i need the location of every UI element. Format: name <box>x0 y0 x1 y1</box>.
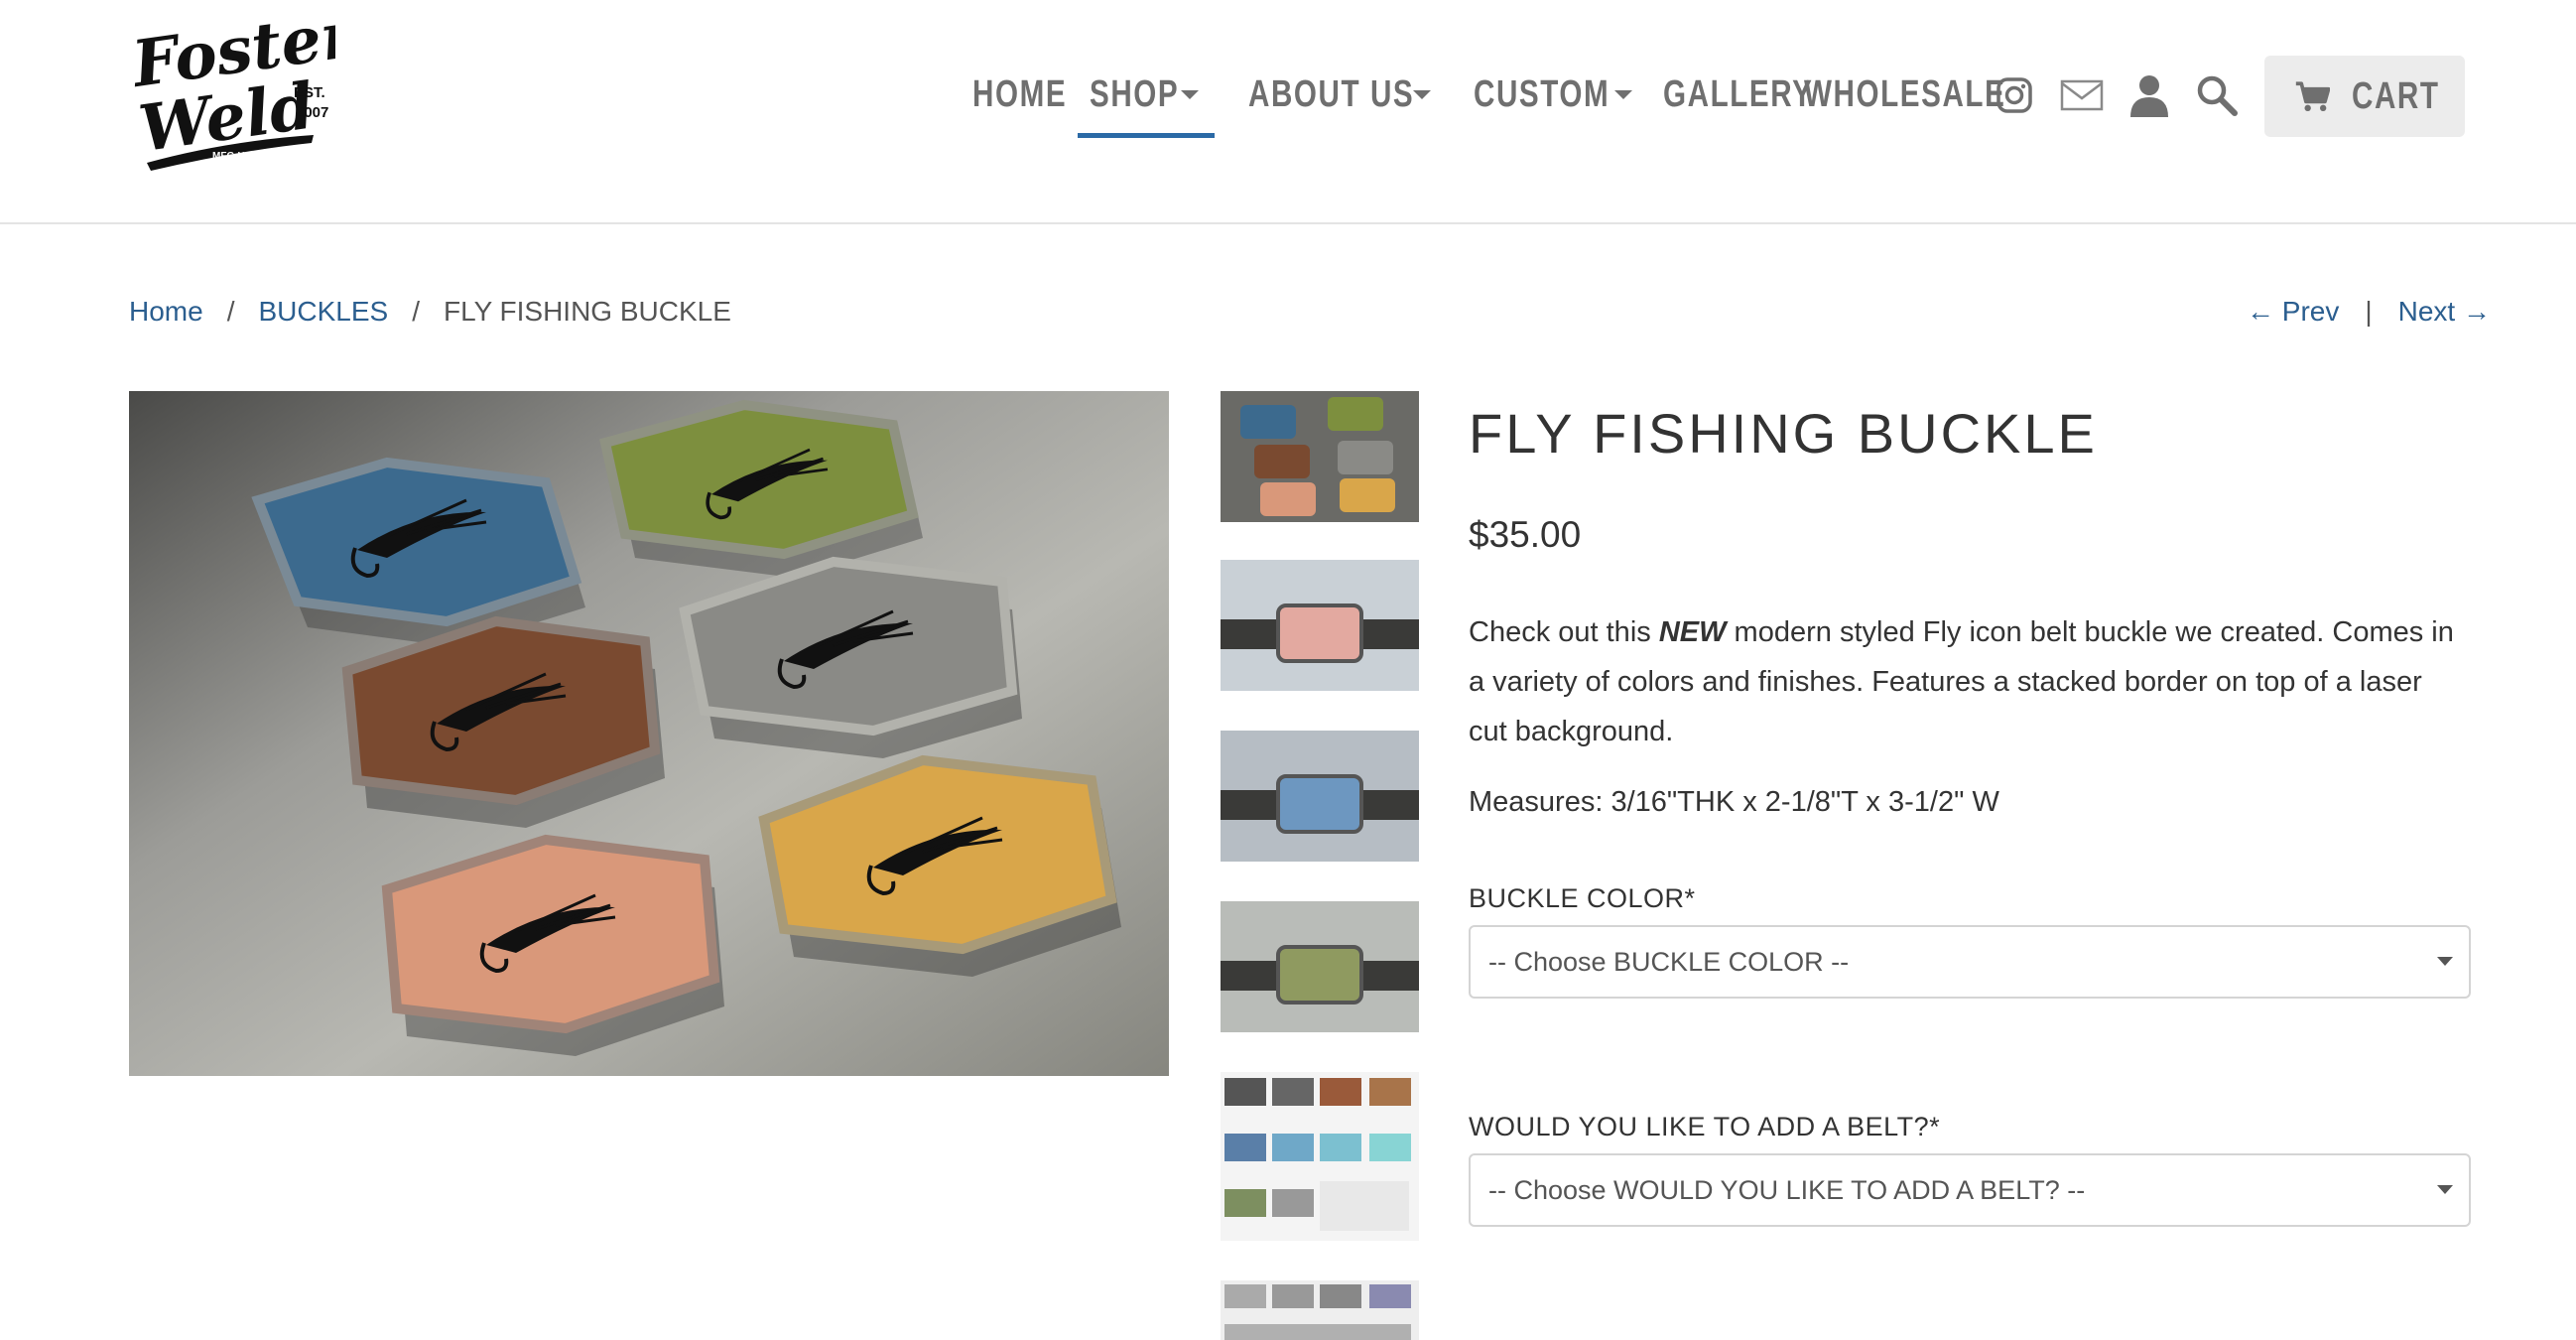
description-emphasis: NEW <box>1658 616 1727 648</box>
nav-active-indicator <box>1078 133 1215 138</box>
foster-weld-logo[interactable]: Foster Weld EST. 2007 MFG-USA <box>126 0 363 173</box>
buckle-color-label: BUCKLE COLOR* <box>1469 883 1696 913</box>
site-header: Foster Weld EST. 2007 MFG-USA HOME SHOP … <box>0 0 2576 224</box>
product-pager: ← Prev | Next → <box>2247 296 2491 328</box>
buckle-pewter <box>679 556 1022 758</box>
nav-custom[interactable]: CUSTOM <box>1474 52 1632 137</box>
thumbnail-1[interactable] <box>1221 391 1419 522</box>
logo-est: EST. <box>294 84 325 101</box>
search-icon[interactable] <box>2191 69 2243 121</box>
pager-separator: | <box>2365 296 2373 327</box>
description-text-start: Check out this <box>1469 616 1659 648</box>
product-price: $35.00 <box>1469 514 1582 555</box>
cart-label: CART <box>2352 74 2441 117</box>
buckle-blue <box>251 457 585 647</box>
account-icon[interactable] <box>2124 69 2175 121</box>
mail-icon[interactable] <box>2056 69 2108 121</box>
breadcrumb: Home / BUCKLES / FLY FISHING BUCKLE <box>129 296 731 328</box>
product-measurements: Measures: 3/16"THK x 2-1/8"T x 3-1/2" W <box>1469 786 1999 818</box>
nav-custom-label[interactable]: CUSTOM <box>1474 52 1610 137</box>
chevron-down-icon <box>2437 957 2453 966</box>
breadcrumb-current: FLY FISHING BUCKLE <box>443 296 731 327</box>
breadcrumb-separator: / <box>412 296 420 327</box>
nav-gallery-label[interactable]: GALLERY <box>1663 52 1813 137</box>
nav-home-label[interactable]: HOME <box>972 52 1067 137</box>
breadcrumb-separator: / <box>226 296 235 327</box>
product-description: Check out this NEW modern styled Fly ico… <box>1469 607 2461 756</box>
thumbnail-3[interactable] <box>1221 731 1419 862</box>
nav-shop[interactable]: SHOP <box>1090 52 1199 137</box>
logo-year: 2007 <box>296 104 328 121</box>
logo-tag: MFG-USA <box>212 151 259 162</box>
prev-link[interactable]: ← Prev <box>2247 296 2339 328</box>
next-link[interactable]: Next → <box>2398 296 2491 328</box>
product-title: FLY FISHING BUCKLE <box>1469 402 2098 465</box>
thumbnail-6[interactable] <box>1221 1280 1419 1340</box>
add-belt-placeholder: -- Choose WOULD YOU LIKE TO ADD A BELT? … <box>1488 1174 2086 1205</box>
thumbnail-5[interactable] <box>1221 1072 1419 1241</box>
thumbnail-4[interactable] <box>1221 901 1419 1032</box>
nav-home[interactable]: HOME <box>972 52 1094 137</box>
buckle-green <box>599 399 923 578</box>
cart-icon <box>2295 81 2331 112</box>
breadcrumb-home[interactable]: Home <box>129 296 203 328</box>
chevron-down-icon <box>1180 89 1199 99</box>
nav-about-us[interactable]: ABOUT US <box>1248 52 1432 137</box>
add-belt-select[interactable]: -- Choose WOULD YOU LIKE TO ADD A BELT? … <box>1469 1153 2471 1227</box>
chevron-down-icon <box>2437 1185 2453 1194</box>
instagram-icon[interactable] <box>1989 69 2040 121</box>
product-main-image[interactable] <box>129 391 1169 1076</box>
chevron-down-icon <box>1413 89 1432 99</box>
nav-shop-label[interactable]: SHOP <box>1090 52 1179 137</box>
nav-about-us-label[interactable]: ABOUT US <box>1248 52 1414 137</box>
buckle-color-placeholder: -- Choose BUCKLE COLOR -- <box>1488 946 1850 977</box>
thumbnail-2[interactable] <box>1221 560 1419 691</box>
cart-button[interactable]: CART <box>2264 56 2465 137</box>
nav-wholesale-label[interactable]: WHOLESALE <box>1804 52 2005 137</box>
chevron-down-icon <box>1613 89 1632 99</box>
add-belt-label: WOULD YOU LIKE TO ADD A BELT?* <box>1469 1112 1941 1141</box>
breadcrumb-buckles[interactable]: BUCKLES <box>258 296 388 328</box>
buckle-color-select[interactable]: -- Choose BUCKLE COLOR -- <box>1469 925 2471 999</box>
